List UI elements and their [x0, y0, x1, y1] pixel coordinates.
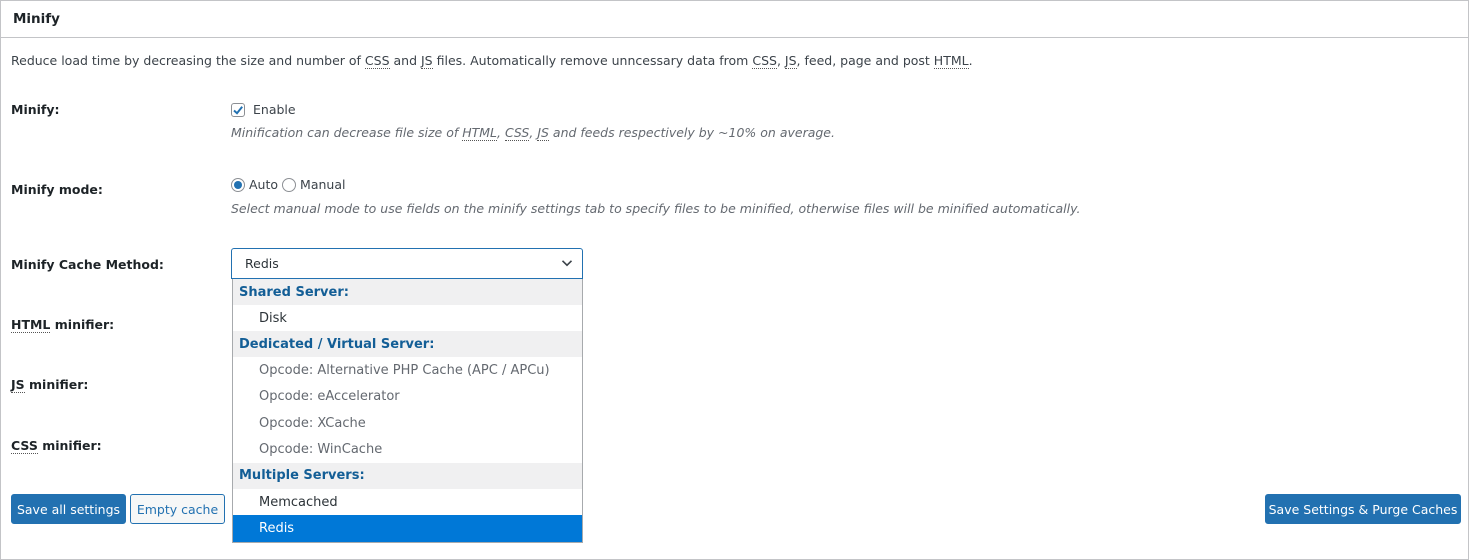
- minify-mode-field: Auto Manual: [231, 177, 349, 192]
- minify-mode-description: Select manual mode to use fields on the …: [231, 201, 1081, 216]
- option-opcode-eaccelerator: Opcode: eAccelerator: [259, 389, 400, 405]
- cache-method-label: Minify Cache Method:: [11, 257, 164, 272]
- panel-header: Minify: [1, 1, 1468, 38]
- minify-enable-checkbox[interactable]: [231, 102, 245, 117]
- abbr-css: CSS: [11, 438, 38, 454]
- intro-text-part: , feed, page and post: [796, 53, 934, 68]
- abbr-html: HTML: [462, 125, 498, 141]
- radio-manual-label[interactable]: Manual: [300, 177, 345, 192]
- intro-text: Reduce load time by decreasing the size …: [11, 53, 973, 69]
- optgroup-multiple-servers: Multiple Servers:: [233, 462, 582, 489]
- minify-mode-label: Minify mode:: [11, 182, 103, 197]
- abbr-html: HTML: [933, 53, 969, 69]
- abbr-js: JS: [11, 377, 25, 393]
- option-opcode-wincache: Opcode: WinCache: [259, 442, 383, 458]
- js-minifier-label: JS minifier:: [11, 377, 89, 393]
- label-text: minifier:: [50, 317, 115, 332]
- abbr-css: CSS: [504, 125, 530, 141]
- option-opcode-apc: Opcode: Alternative PHP Cache (APC / APC…: [259, 363, 550, 379]
- desc-part: ,: [497, 125, 505, 140]
- abbr-js: JS: [421, 53, 433, 69]
- cache-method-dropdown: Shared Server: Disk Dedicated / Virtual …: [232, 279, 583, 543]
- empty-cache-button[interactable]: Empty cache: [130, 494, 225, 524]
- checkmark-icon: [233, 105, 243, 115]
- abbr-js: JS: [537, 125, 549, 141]
- minify-enable-label[interactable]: Enable: [253, 102, 296, 117]
- intro-text-part: files. Automatically remove unncessary d…: [432, 53, 753, 68]
- intro-text-part: .: [968, 53, 973, 68]
- chevron-down-icon: [561, 260, 573, 267]
- intro-text-part: Reduce load time by decreasing the size …: [11, 53, 365, 68]
- label-text: minifier:: [24, 377, 89, 392]
- abbr-css: CSS: [364, 53, 390, 69]
- option-opcode-xcache: Opcode: XCache: [259, 415, 366, 431]
- desc-part: and feeds respectively by ~10% on averag…: [548, 125, 835, 140]
- abbr-html: HTML: [11, 317, 51, 333]
- radio-manual[interactable]: [282, 177, 297, 192]
- cache-method-select[interactable]: Redis: [231, 248, 583, 279]
- intro-text-part: and: [389, 53, 421, 68]
- optgroup-dedicated-virtual-server: Dedicated / Virtual Server:: [233, 331, 582, 358]
- radio-auto-label[interactable]: Auto: [249, 177, 278, 192]
- html-minifier-label: HTML minifier:: [11, 317, 115, 333]
- option-disk[interactable]: Disk: [233, 305, 582, 331]
- panel-title: Minify: [13, 11, 60, 27]
- desc-part: Minification can decrease file size of: [231, 125, 463, 140]
- option-memcached[interactable]: Memcached: [233, 489, 582, 515]
- cache-method-selected-value: Redis: [245, 256, 279, 271]
- abbr-css: CSS: [752, 53, 777, 69]
- label-text: minifier:: [37, 438, 102, 453]
- abbr-js: JS: [784, 53, 797, 69]
- optgroup-shared-server: Shared Server:: [233, 279, 582, 305]
- minify-description: Minification can decrease file size of H…: [231, 125, 835, 141]
- intro-text-part: ,: [776, 53, 785, 68]
- css-minifier-label: CSS minifier:: [11, 438, 102, 454]
- minify-enable-field[interactable]: Enable: [231, 102, 296, 117]
- save-settings-purge-caches-button[interactable]: Save Settings & Purge Caches: [1265, 494, 1461, 524]
- radio-auto[interactable]: [231, 177, 245, 192]
- radio-selected-dot: [234, 180, 242, 189]
- save-all-settings-button[interactable]: Save all settings: [11, 494, 126, 524]
- minify-label: Minify:: [11, 102, 60, 117]
- option-redis[interactable]: Redis: [233, 515, 582, 542]
- minify-panel: Minify: [0, 0, 1469, 560]
